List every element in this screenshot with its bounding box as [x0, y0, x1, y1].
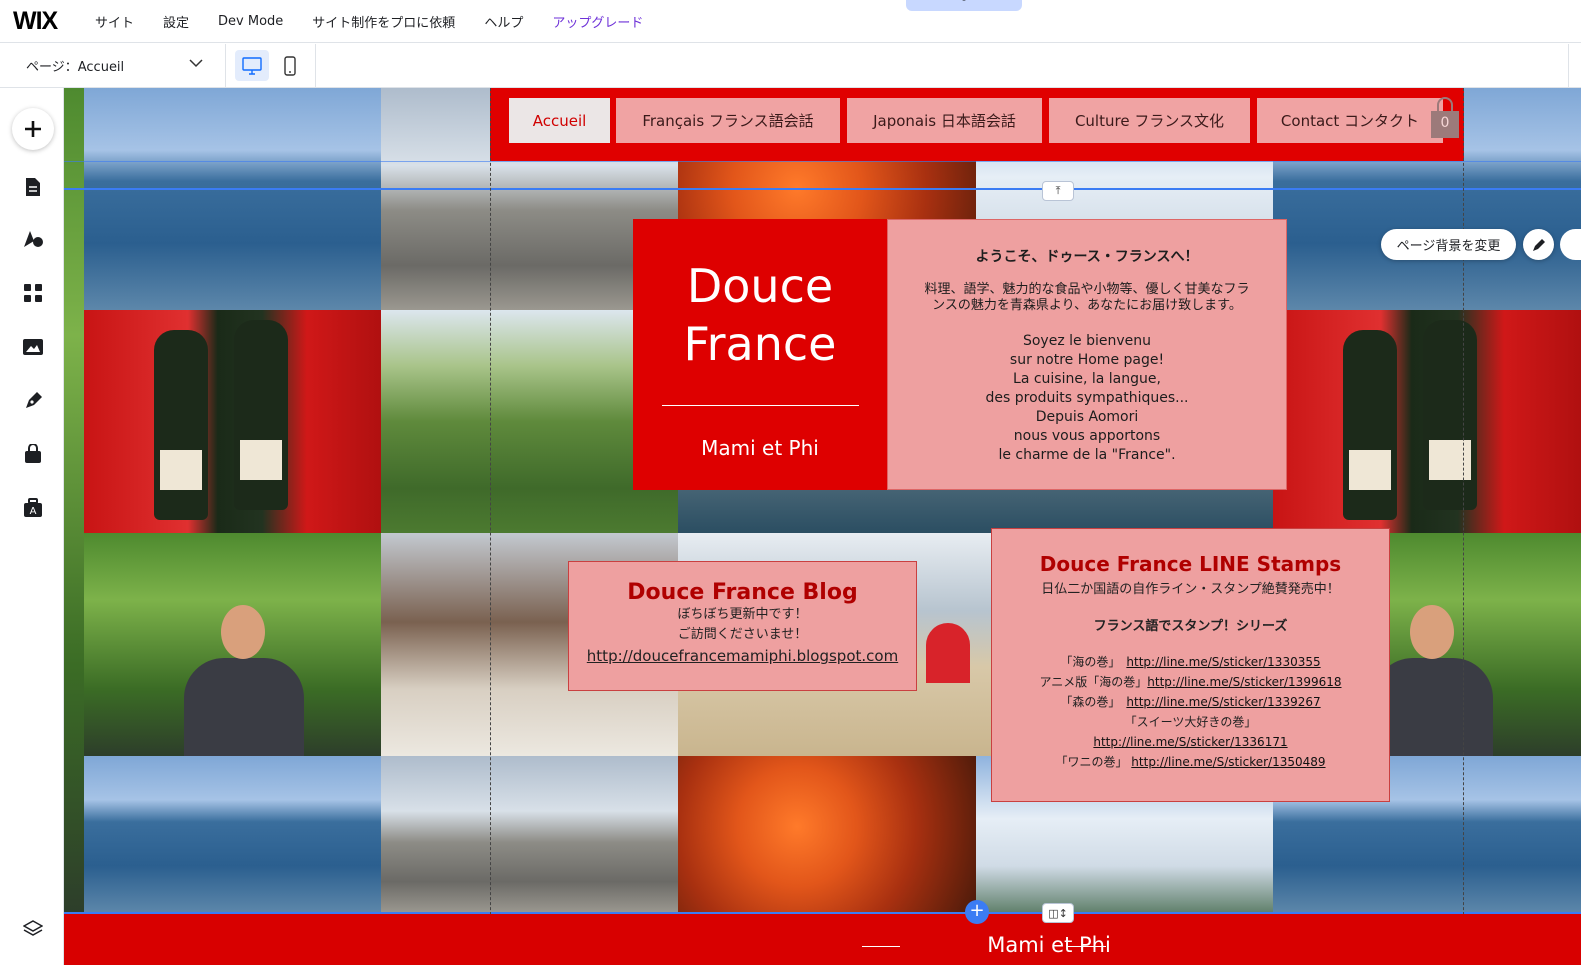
pen-icon — [1532, 238, 1545, 251]
menu-site[interactable]: サイト — [95, 12, 134, 31]
photo-tile — [64, 88, 84, 913]
photo-champagne — [1273, 310, 1581, 533]
blog-line: ご訪問くださいませ！ — [677, 627, 808, 642]
business-icon — [25, 444, 41, 463]
stamps-series: フランス語でスタンプ！シリーズ — [1093, 619, 1288, 634]
hero-subtitle: Mami et Phi — [701, 436, 819, 460]
chevron-down-icon — [189, 57, 203, 71]
layers-icon — [23, 920, 43, 936]
section-layout-button[interactable]: ◫↕ — [1042, 903, 1074, 923]
stamp-link[interactable]: http://line.me/S/sticker/1399618 — [1147, 675, 1341, 689]
move-up-button[interactable]: ⤒ — [1042, 181, 1074, 201]
menu-settings[interactable]: 設定 — [163, 12, 189, 31]
cart-button[interactable]: 0 — [1430, 97, 1460, 139]
design-button[interactable] — [22, 228, 44, 250]
layers-button[interactable] — [22, 918, 44, 940]
apps-icon — [24, 284, 42, 302]
menu-hire-pro[interactable]: サイト制作をプロに依頼 — [312, 12, 455, 31]
stamp-row: アニメ版「海の巻」http://line.me/S/sticker/139961… — [1039, 675, 1342, 689]
stamp-link[interactable]: http://line.me/S/sticker/1350489 — [1131, 755, 1325, 769]
apps-button[interactable] — [22, 282, 44, 304]
desktop-icon — [242, 56, 262, 75]
stamp-row: 「ワニの巻」 http://line.me/S/sticker/1350489 — [1055, 755, 1326, 769]
stamps-subtitle: 日仏二か国語の自作ライン・スタンプ絶賛発売中！ — [1041, 582, 1340, 597]
hero-title-box[interactable]: Douce France Mami et Phi — [633, 219, 887, 490]
nav-japonais[interactable]: Japonais 日本語会話 — [847, 98, 1042, 143]
stamps-title: Douce France LINE Stamps — [1039, 552, 1342, 576]
stamp-row: http://line.me/S/sticker/1336171 — [992, 732, 1389, 752]
blog-icon — [26, 392, 42, 408]
photo-lobster — [678, 756, 976, 913]
svg-text:A: A — [30, 506, 37, 517]
mobile-view-button[interactable] — [273, 50, 307, 81]
footer-title: Mami et Phi — [987, 933, 1111, 957]
welcome-japanese: 料理、語学、魅力的な食品や小物等、優しく甘美なフラ ンスの魅力を青森県より、あな… — [924, 282, 1250, 313]
divider — [661, 405, 859, 406]
blog-button[interactable] — [22, 390, 44, 412]
section-guide — [64, 161, 1581, 162]
blog-box[interactable]: Douce France Blog ぼちぼち更新中です！ ご訪問くださいませ！ … — [568, 561, 917, 691]
menu-upgrade[interactable]: アップグレード — [552, 12, 643, 31]
nav-francais[interactable]: Français フランス語会話 — [616, 98, 840, 143]
selection-guide — [64, 188, 1581, 190]
top-menu: サイト 設定 Dev Mode サイト制作をプロに依頼 ヘルプ アップグレード — [95, 12, 672, 31]
welcome-heading: ようこそ、ドゥース・フランスへ！ — [975, 249, 1199, 265]
mobile-icon — [284, 55, 296, 76]
cart-count: 0 — [1440, 115, 1450, 131]
editor-subbar: ページ：Accueil — [0, 44, 1581, 88]
menu-help[interactable]: ヘルプ — [484, 12, 523, 31]
photo-champagne — [84, 310, 381, 533]
gridline-right — [1463, 88, 1464, 965]
wix-logo[interactable]: WIX — [13, 7, 83, 36]
add-icon — [25, 121, 41, 137]
collapse-toolbar-button[interactable]: ˄ — [906, 0, 1022, 11]
photo-person — [84, 533, 381, 756]
photo-sea — [84, 756, 381, 913]
design-icon — [24, 231, 43, 247]
divider — [1568, 44, 1569, 87]
change-page-background-button[interactable]: ページ背景を変更 — [1381, 229, 1516, 260]
pages-button[interactable] — [22, 176, 44, 198]
nav-contact[interactable]: Contact コンタクト — [1257, 98, 1443, 143]
stamp-link[interactable]: http://line.me/S/sticker/1336171 — [1093, 735, 1287, 749]
blog-line: ぼちぼち更新中です！ — [677, 607, 808, 622]
desktop-view-button[interactable] — [235, 50, 269, 81]
editor-topbar: WIX サイト 設定 Dev Mode サイト制作をプロに依頼 ヘルプ アップグ… — [0, 0, 1581, 43]
line-stamps-box[interactable]: Douce France LINE Stamps 日仏二か国語の自作ライン・スタ… — [991, 528, 1390, 802]
portfolio-icon: A — [24, 498, 42, 517]
page-selector[interactable]: ページ：Accueil — [0, 44, 226, 87]
media-icon — [23, 339, 43, 355]
divider — [1068, 946, 1106, 947]
stamp-row: 「スイーツ大好きの巻」 — [1124, 715, 1257, 729]
site-footer[interactable]: Mami et Phi — [64, 914, 1581, 965]
edit-background-button[interactable] — [1523, 229, 1554, 260]
photo-harbor — [381, 756, 678, 913]
menu-dev-mode[interactable]: Dev Mode — [218, 14, 283, 29]
blog-link[interactable]: http://doucefrancemamiphi.blogspot.com — [569, 647, 916, 665]
add-elements-button[interactable] — [12, 108, 54, 150]
page-selector-label: ページ：Accueil — [26, 60, 125, 75]
stamp-link[interactable]: http://line.me/S/sticker/1330355 — [1126, 655, 1320, 669]
stamp-row: 「森の巻」 http://line.me/S/sticker/1339267 — [1060, 695, 1321, 709]
portfolio-button[interactable]: A — [22, 497, 44, 519]
media-button[interactable] — [22, 336, 44, 358]
pages-icon — [26, 178, 40, 196]
gridline-left — [490, 88, 491, 965]
divider — [315, 44, 316, 87]
welcome-text-box[interactable]: ようこそ、ドゥース・フランスへ！ 料理、語学、魅力的な食品や小物等、優しく甘美な… — [887, 219, 1287, 490]
welcome-french: Soyez le bienvenu sur notre Home page! L… — [985, 333, 1189, 463]
nav-culture[interactable]: Culture フランス文化 — [1049, 98, 1250, 143]
photo-sea — [84, 88, 381, 310]
blog-title: Douce France Blog — [627, 580, 858, 605]
business-button[interactable] — [22, 443, 44, 465]
nav-accueil[interactable]: Accueil — [509, 98, 610, 143]
add-section-button[interactable]: + — [965, 900, 989, 924]
stamp-row: 「海の巻」 http://line.me/S/sticker/1330355 — [1060, 655, 1321, 669]
stamp-link[interactable]: http://line.me/S/sticker/1339267 — [1126, 695, 1320, 709]
left-sidebar: A — [0, 88, 64, 965]
divider — [862, 946, 900, 947]
hero-title: Douce France — [683, 259, 837, 371]
